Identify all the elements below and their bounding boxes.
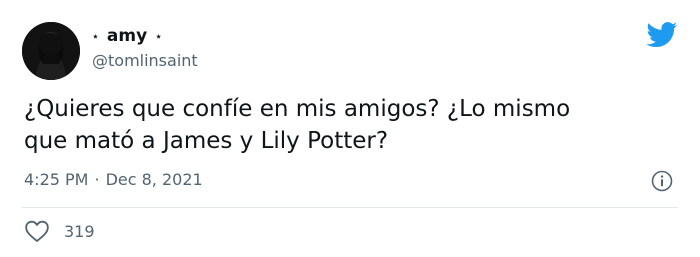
tweet-timestamp[interactable]: 4:25 PM · Dec 8, 2021 xyxy=(24,170,203,189)
twitter-bird-icon[interactable] xyxy=(646,22,678,48)
tweet-text: ¿Quieres que confíe en mis amigos? ¿Lo m… xyxy=(24,93,664,157)
tweet-text-line-2: que mató a James y Lily Potter? xyxy=(24,128,389,154)
info-icon[interactable] xyxy=(651,170,673,192)
star-decoration-left: ⋆ xyxy=(92,29,99,43)
tweet-text-line-1: ¿Quieres que confíe en mis amigos? ¿Lo m… xyxy=(24,96,571,122)
like-button[interactable]: 319 xyxy=(24,219,95,243)
display-name[interactable]: amy xyxy=(107,26,147,46)
display-name-row[interactable]: ⋆ amy ⋆ xyxy=(92,26,162,46)
avatar-image xyxy=(22,22,80,80)
tweet-card: ⋆ amy ⋆ @tomlinsaint ¿Quieres que confíe… xyxy=(0,0,700,257)
divider xyxy=(22,207,678,208)
heart-icon[interactable] xyxy=(24,219,50,243)
star-decoration-right: ⋆ xyxy=(155,29,163,43)
user-handle[interactable]: @tomlinsaint xyxy=(92,51,198,70)
tweet-time[interactable]: 4:25 PM xyxy=(24,170,88,189)
like-count: 319 xyxy=(64,221,95,241)
tweet-date[interactable]: Dec 8, 2021 xyxy=(106,170,203,189)
avatar[interactable] xyxy=(22,22,80,80)
meta-separator: · xyxy=(94,170,100,189)
